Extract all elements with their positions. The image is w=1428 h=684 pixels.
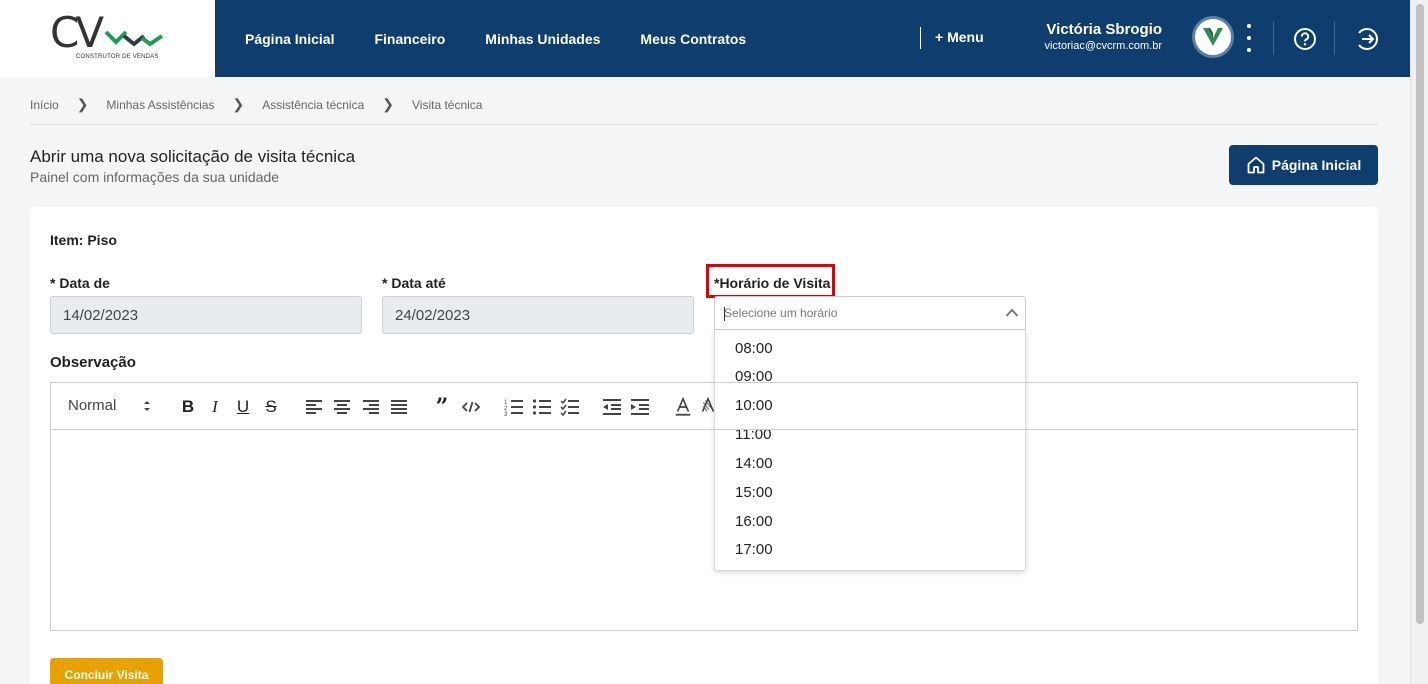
header-divider: [1334, 21, 1335, 55]
bullet-list-icon[interactable]: [532, 397, 552, 417]
breadcrumb-item-assistencia-tecnica[interactable]: Assistência técnica: [262, 98, 364, 112]
time-option[interactable]: 08:00: [735, 340, 773, 357]
nav-item-pagina-inicial[interactable]: Página Inicial: [245, 31, 334, 47]
code-icon[interactable]: [461, 397, 481, 417]
date-to-field[interactable]: [382, 296, 694, 334]
select-arrows-icon: [144, 401, 150, 411]
chevron-right-icon: ❯: [76, 96, 89, 112]
svg-text:3: 3: [504, 412, 508, 417]
logo[interactable]: CV CONSTRUTOR DE VENDAS: [0, 0, 215, 77]
breadcrumb-item-visita-tecnica: Visita técnica: [411, 97, 483, 112]
strikethrough-icon[interactable]: S: [262, 397, 280, 417]
breadcrumb-item-inicio[interactable]: Início: [30, 98, 59, 112]
page-subtitle: Painel com informações da sua unidade: [30, 169, 280, 185]
visit-time-placeholder: Selecione um horário: [724, 306, 838, 320]
more-menu-button[interactable]: + Menu: [935, 29, 984, 45]
align-justify-icon[interactable]: [390, 397, 408, 417]
visit-time-select[interactable]: Selecione um horário: [714, 296, 1026, 330]
rich-text-editor: Normal B I U S ” 1 2 3: [50, 382, 1358, 631]
logo-arrows-icon: [104, 30, 164, 47]
background-color-icon[interactable]: [701, 397, 715, 417]
nav-item-minhas-unidades[interactable]: Minhas Unidades: [485, 31, 600, 47]
main-nav: Página Inicial Financeiro Minhas Unidade…: [245, 0, 786, 77]
top-header: CV CONSTRUTOR DE VENDAS Página Inicial F…: [0, 0, 1410, 77]
chevron-up-icon[interactable]: [1005, 307, 1019, 319]
highlight-box: [706, 264, 835, 298]
user-avatar[interactable]: [1192, 16, 1234, 58]
text-cursor: [724, 307, 725, 321]
nav-item-financeiro[interactable]: Financeiro: [374, 31, 445, 47]
chevron-right-icon: ❯: [382, 96, 394, 112]
editor-content-area[interactable]: [51, 430, 1357, 630]
user-name: Victória Sbrogio: [1046, 21, 1162, 38]
date-from-label: * Data de: [50, 275, 110, 291]
checklist-icon[interactable]: [560, 397, 580, 417]
nav-item-meus-contratos[interactable]: Meus Contratos: [640, 31, 746, 47]
blockquote-icon[interactable]: ”: [432, 394, 452, 420]
conclude-visit-button[interactable]: Concluir Visita: [50, 658, 163, 684]
kebab-menu-icon[interactable]: [1241, 24, 1257, 52]
help-circle-icon[interactable]: [1292, 26, 1318, 52]
page-title: Abrir uma nova solicitação de visita téc…: [30, 147, 356, 166]
item-label: Item: Piso: [50, 232, 117, 248]
date-to-label: * Data até: [382, 275, 446, 291]
editor-toolbar: Normal B I U S ” 1 2 3: [51, 383, 1357, 430]
home-button-label: Página Inicial: [1271, 157, 1362, 173]
breadcrumb-divider: [30, 124, 1378, 125]
format-select-value: Normal: [68, 397, 117, 414]
align-right-icon[interactable]: [362, 397, 380, 417]
date-from-field[interactable]: [50, 296, 362, 334]
nav-divider: [920, 27, 921, 49]
home-button[interactable]: Página Inicial: [1229, 145, 1378, 185]
outdent-icon[interactable]: [602, 397, 622, 417]
logout-icon[interactable]: [1355, 26, 1381, 52]
logo-text: CV: [50, 8, 104, 57]
logo-subtitle: CONSTRUTOR DE VENDAS: [76, 54, 159, 60]
format-select[interactable]: Normal: [68, 397, 150, 414]
italic-icon[interactable]: I: [207, 397, 223, 417]
observation-label: Observação: [50, 354, 136, 371]
header-divider: [1273, 21, 1274, 55]
ordered-list-icon[interactable]: 1 2 3: [504, 397, 524, 417]
underline-icon[interactable]: U: [234, 397, 252, 417]
chevron-right-icon: ❯: [232, 96, 245, 112]
text-color-icon[interactable]: [674, 397, 692, 417]
breadcrumb-item-minhas-assistencias[interactable]: Minhas Assistências: [106, 98, 214, 112]
scrollbar-thumb[interactable]: [1416, 4, 1424, 624]
cv-logo-icon: [1203, 28, 1223, 46]
user-email: victoriac@cvcrm.com.br: [1044, 40, 1162, 52]
indent-icon[interactable]: [630, 397, 650, 417]
align-left-icon[interactable]: [305, 397, 323, 417]
breadcrumb: Início ❯ Minhas Assistências ❯ Assistênc…: [30, 96, 482, 113]
scrollbar[interactable]: [1410, 0, 1428, 684]
align-center-icon[interactable]: [333, 397, 351, 417]
bold-icon[interactable]: B: [179, 397, 197, 417]
home-icon: [1247, 156, 1265, 174]
